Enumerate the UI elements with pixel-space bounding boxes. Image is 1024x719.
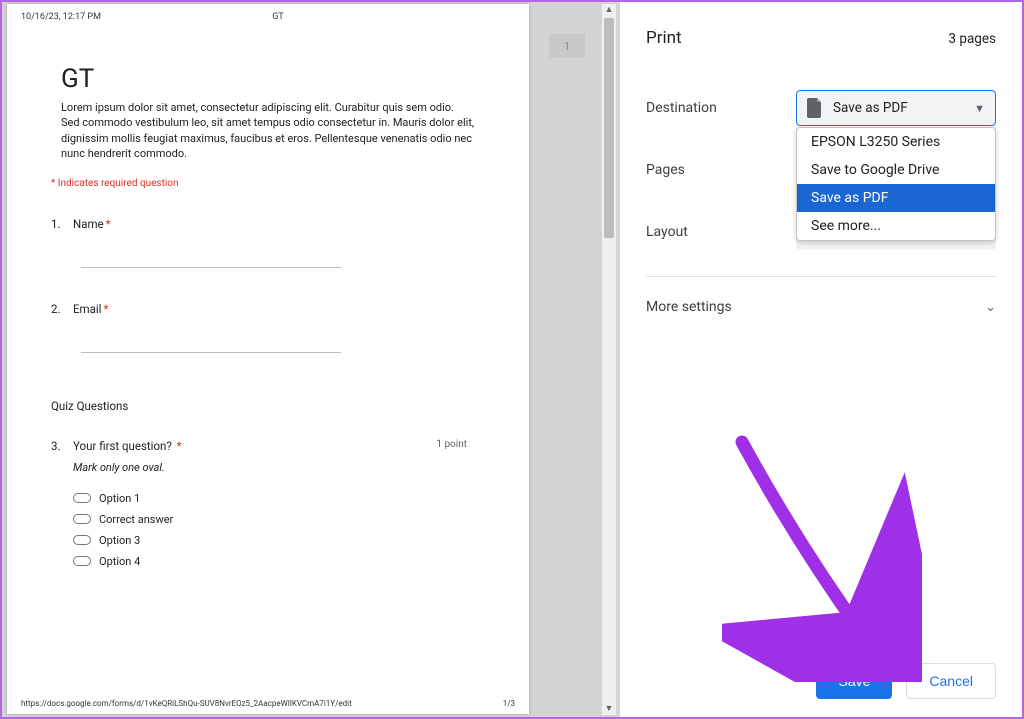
more-settings-label: More settings [646, 299, 732, 315]
preview-scrollbar[interactable]: ▲ ▼ [602, 4, 616, 715]
form-description: Lorem ipsum dolor sit amet, consectetur … [61, 100, 475, 162]
q3-option-4: Option 4 [73, 555, 515, 568]
oval-icon [73, 514, 91, 524]
save-button[interactable]: Save [816, 663, 892, 699]
form-title: GT [61, 64, 475, 94]
q1-number: 1. [51, 217, 73, 231]
print-title: Print [646, 28, 682, 48]
q3-option-1: Option 1 [73, 492, 515, 505]
preview-timestamp: 10/16/23, 12:17 PM [21, 12, 101, 22]
page-footer: https://docs.google.com/forms/d/1vKeQRiL… [21, 699, 515, 708]
oval-icon [73, 535, 91, 545]
footer-url: https://docs.google.com/forms/d/1vKeQRiL… [21, 699, 352, 708]
q2-input-line [81, 352, 341, 353]
settings-divider [646, 276, 996, 277]
q3-number: 3. [51, 439, 73, 453]
dest-option-gdrive[interactable]: Save to Google Drive [797, 156, 995, 184]
q3-option-3: Option 3 [73, 534, 515, 547]
destination-row: Destination Save as PDF ▼ EPSON L3250 Se… [646, 90, 996, 126]
page-count-label: 3 pages [948, 31, 996, 47]
dialog-footer: Save Cancel [646, 647, 996, 699]
q2-number: 2. [51, 302, 73, 316]
print-settings-panel: Print 3 pages Destination Save as PDF ▼ … [620, 2, 1022, 717]
q3-hint: Mark only one oval. [73, 461, 515, 474]
q1-input-line [81, 267, 341, 268]
question-1: 1. Name* [51, 217, 485, 231]
oval-icon [73, 556, 91, 566]
dest-option-more[interactable]: See more... [797, 212, 995, 240]
q3-option-2: Correct answer [73, 513, 515, 526]
question-3: 3. Your first question? * 1 point [51, 439, 485, 453]
more-settings-toggle[interactable]: More settings ⌄ [646, 299, 996, 315]
dest-option-epson[interactable]: EPSON L3250 Series [797, 128, 995, 156]
scroll-thumb[interactable] [604, 18, 614, 238]
destination-value: Save as PDF [833, 100, 908, 116]
chevron-down-icon: ⌄ [985, 300, 996, 315]
section-quiz-title: Quiz Questions [51, 399, 485, 413]
scroll-down-icon[interactable]: ▼ [602, 703, 616, 715]
footer-page-num: 1/3 [503, 699, 515, 708]
preview-header-title: GT [272, 12, 284, 22]
page-header: 10/16/23, 12:17 PM GT [21, 12, 515, 22]
q2-label: Email* [73, 302, 485, 316]
destination-select[interactable]: Save as PDF ▼ EPSON L3250 Series Save to… [796, 90, 996, 126]
pages-label: Pages [646, 162, 796, 178]
layout-label: Layout [646, 224, 796, 240]
page-number-badge: 1 [549, 34, 585, 58]
q3-label: Your first question? * [73, 439, 436, 453]
preview-page-1: 10/16/23, 12:17 PM GT GT Lorem ipsum dol… [7, 4, 529, 714]
oval-icon [73, 493, 91, 503]
required-indicator: * Indicates required question [51, 178, 485, 189]
file-icon [807, 98, 823, 118]
chevron-down-icon: ▼ [974, 102, 985, 115]
print-preview-area: 10/16/23, 12:17 PM GT GT Lorem ipsum dol… [2, 2, 620, 717]
destination-label: Destination [646, 100, 796, 116]
q3-points: 1 point [436, 439, 485, 450]
cancel-button[interactable]: Cancel [906, 663, 996, 699]
destination-dropdown: EPSON L3250 Series Save to Google Drive … [796, 127, 996, 241]
question-2: 2. Email* [51, 302, 485, 316]
dest-option-pdf[interactable]: Save as PDF [797, 184, 995, 212]
q1-label: Name* [73, 217, 485, 231]
scroll-up-icon[interactable]: ▲ [602, 4, 616, 16]
